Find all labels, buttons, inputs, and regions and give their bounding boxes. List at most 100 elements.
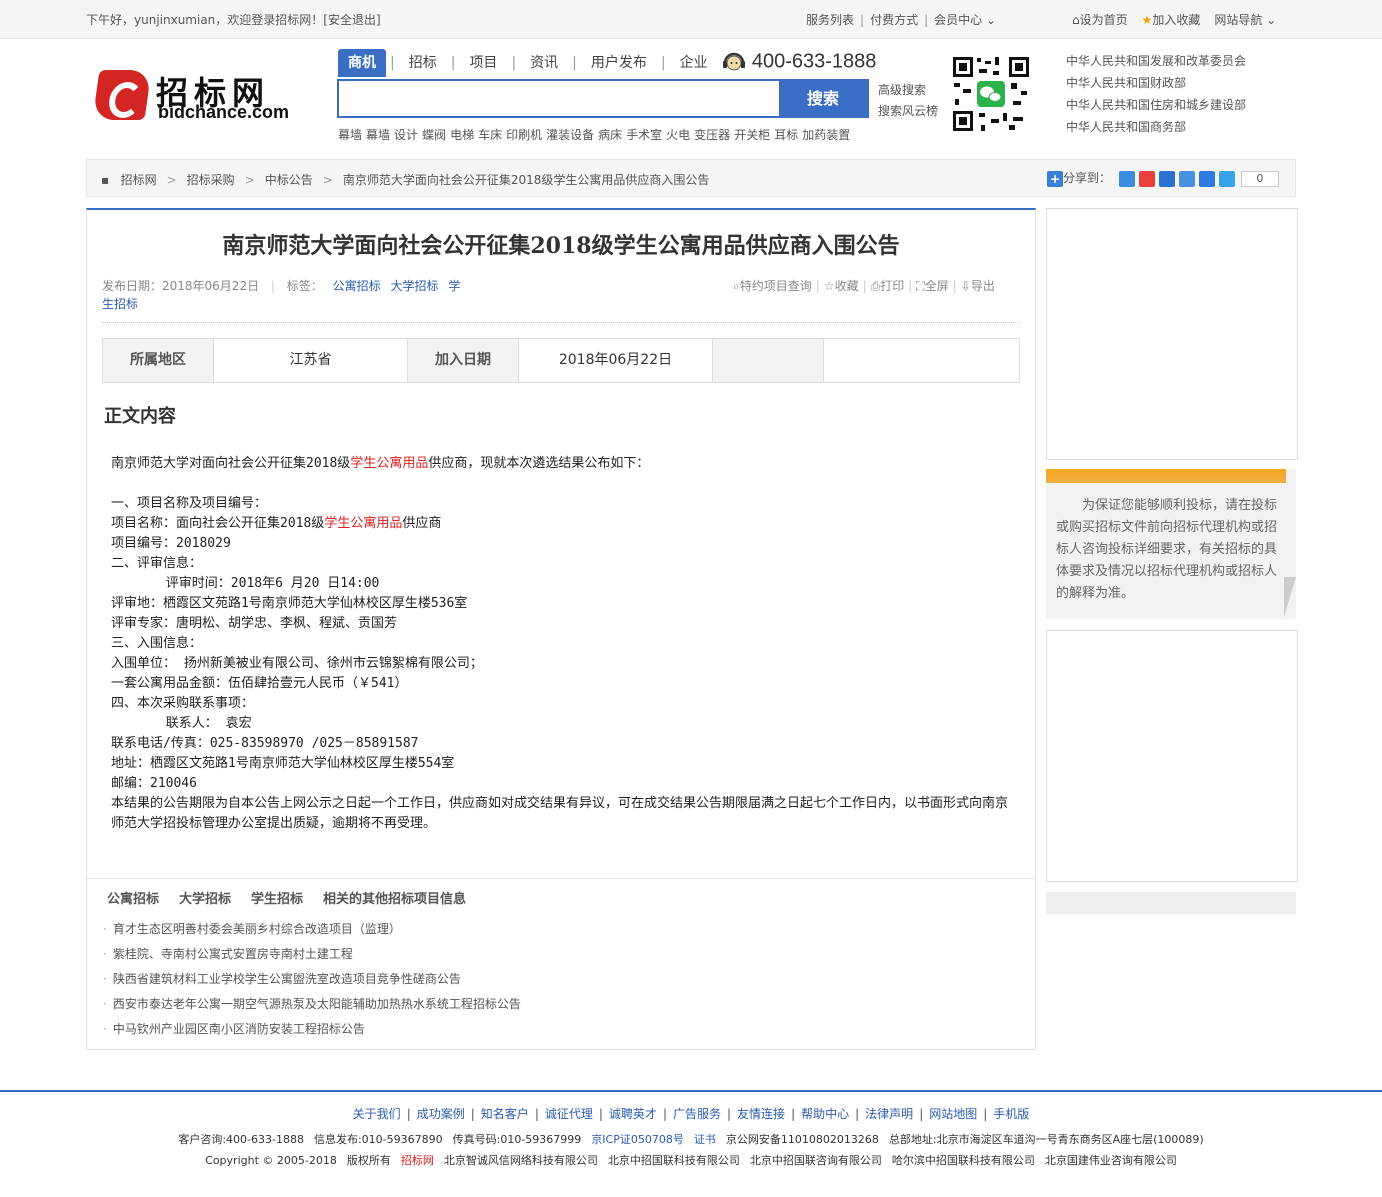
breadcrumb-procurement[interactable]: 招标采购 — [187, 173, 235, 187]
list-item[interactable]: 紫桂院、寺南村公寓式安置房寺南村土建工程 — [103, 942, 521, 967]
footer-link[interactable]: 诚聘英才 — [609, 1107, 657, 1121]
footer-brand-link[interactable]: 招标网 — [401, 1154, 434, 1167]
footer-link[interactable]: 成功案例 — [417, 1107, 465, 1121]
home-icon: ⌂ — [1072, 13, 1080, 27]
tab-news[interactable]: 资讯 — [520, 49, 568, 77]
share-count: 0 — [1240, 170, 1279, 187]
breadcrumb-award-notice[interactable]: 中标公告 — [265, 173, 313, 187]
footer-link[interactable]: 网站地图 — [929, 1107, 977, 1121]
gov-link[interactable]: 中华人民共和国住房和城乡建设部 — [1066, 94, 1246, 116]
special-query-button[interactable]: ⌕特约项目查询 — [733, 279, 812, 293]
hotword[interactable]: 电梯 — [450, 128, 474, 142]
fullscreen-button[interactable]: ⛶全屏 — [916, 279, 948, 293]
site-nav-link[interactable]: 网站导航 ⌄ — [1214, 13, 1276, 27]
search-ranking-link[interactable]: 搜索风云榜 — [878, 101, 938, 122]
weibo-share-icon[interactable] — [1138, 170, 1155, 187]
export-button[interactable]: ⇩导出 — [961, 279, 995, 293]
list-item[interactable]: 中马钦州产业园区南小区消防安装工程招标公告 — [103, 1017, 521, 1042]
list-item[interactable]: 西安市泰达老年公寓一期空气源热泵及太阳能辅助加热热水系统工程招标公告 — [103, 992, 521, 1017]
service-list-link[interactable]: 服务列表 — [806, 13, 854, 27]
hotword[interactable]: 加药装置 — [802, 128, 850, 142]
hotword[interactable]: 车床 — [478, 128, 502, 142]
footer-link[interactable]: 友情连接 — [737, 1107, 785, 1121]
hotword[interactable]: 幕墙 — [366, 128, 390, 142]
related-tab[interactable]: 大学招标 — [179, 892, 231, 907]
print-button[interactable]: ⎙打印 — [871, 279, 905, 293]
baidu-share-icon[interactable] — [1198, 170, 1215, 187]
body-line: 一、项目名称及项目编号： — [111, 496, 268, 511]
member-center-link[interactable]: 会员中心 ⌄ — [934, 13, 996, 27]
tab-project[interactable]: 项目 — [459, 49, 507, 77]
hotword[interactable]: 设计 — [394, 128, 418, 142]
tab-user-publish[interactable]: 用户发布 — [581, 49, 657, 77]
gov-link[interactable]: 中华人民共和国财政部 — [1066, 72, 1246, 94]
greeting-text[interactable]: 下午好，yunjinxumian，欢迎登录招标网！[安全退出] — [86, 11, 381, 28]
search-tabs: 商机 | 招标 | 项目 | 资讯 | 用户发布 | 企业 — [338, 49, 718, 77]
related-tab[interactable]: 相关的其他招标项目信息 — [323, 892, 466, 907]
set-home-link[interactable]: ⌂设为首页 — [1072, 13, 1128, 27]
body-line: 二、评审信息： — [111, 556, 203, 571]
printer-icon: ⎙ — [870, 279, 881, 293]
region-value: 江苏省 — [214, 339, 408, 382]
chevron-right-icon: > — [166, 173, 177, 187]
gov-link[interactable]: 中华人民共和国发展和改革委员会 — [1066, 50, 1246, 72]
certificate-link[interactable]: 证书 — [694, 1133, 716, 1146]
hotline-number: 400-633-1888 — [751, 50, 877, 73]
bid-notice: 为保证您能够顺利投标，请在投标或购买招标文件前向招标代理机构或招标人咨询投标详细… — [1046, 469, 1296, 619]
top-right-links: ⌂设为首页 ★加入收藏 网站导航 ⌄ — [1072, 11, 1290, 28]
hotword[interactable]: 手术室 — [626, 128, 662, 142]
footer-link[interactable]: 法律声明 — [865, 1107, 913, 1121]
pay-method-link[interactable]: 付费方式 — [870, 13, 918, 27]
article-body: 南京师范大学对面向社会公开征集2018级学生公寓用品供应商，现就本次遴选结果公布… — [111, 454, 1011, 834]
search-input[interactable] — [339, 81, 779, 116]
footer-link[interactable]: 广告服务 — [673, 1107, 721, 1121]
tab-bidding[interactable]: 招标 — [399, 49, 447, 77]
gov-links: 中华人民共和国发展和改革委员会 中华人民共和国财政部 中华人民共和国住房和城乡建… — [1066, 50, 1246, 138]
more-share-icon[interactable] — [1218, 170, 1235, 187]
breadcrumb-current: 南京师范大学面向社会公开征集2018级学生公寓用品供应商入围公告 — [342, 173, 710, 187]
body-line: 评审地：栖霞区文苑路1号南京师范大学仙林校区厚生楼536室 — [111, 596, 468, 611]
footer-link[interactable]: 帮助中心 — [801, 1107, 849, 1121]
notice-fold — [1284, 577, 1296, 617]
add-favorite-link[interactable]: ★加入收藏 — [1142, 13, 1201, 27]
tab-business[interactable]: 商机 — [338, 49, 386, 77]
hotword[interactable]: 开关柜 — [734, 128, 770, 142]
qzone-share-icon[interactable] — [1118, 170, 1135, 187]
breadcrumb-home[interactable]: 招标网 — [121, 173, 157, 187]
footer-text: 京公网安备11010802013268 — [725, 1133, 879, 1146]
list-item[interactable]: 陕西省建筑材料工业学校学生公寓盥洗室改造项目竞争性磋商公告 — [103, 967, 521, 992]
site-logo[interactable]: 招标网 bidchance.com — [92, 68, 306, 124]
hotword[interactable]: 火电 — [666, 128, 690, 142]
favorite-button[interactable]: ☆收藏 — [824, 279, 859, 293]
advanced-search-link[interactable]: 高级搜索 — [878, 80, 938, 101]
hotword[interactable]: 变压器 — [694, 128, 730, 142]
tab-enterprise[interactable]: 企业 — [670, 49, 718, 77]
footer-link[interactable]: 关于我们 — [353, 1107, 401, 1121]
related-tab[interactable]: 学生招标 — [251, 892, 303, 907]
icp-link[interactable]: 京ICP证050708号 — [591, 1133, 684, 1146]
list-item[interactable]: 育才生态区明善村委会美丽乡村综合改造项目（监理） — [103, 917, 521, 942]
hotword[interactable]: 蝶阀 — [422, 128, 446, 142]
hotword[interactable]: 耳标 — [774, 128, 798, 142]
tag-link[interactable]: 大学招标 — [390, 279, 438, 293]
tag-link[interactable]: 公寓招标 — [333, 279, 381, 293]
body-line: 四、本次采购联系事项： — [111, 696, 255, 711]
hotword[interactable]: 病床 — [598, 128, 622, 142]
footer-link[interactable]: 手机版 — [993, 1107, 1029, 1121]
hotword[interactable]: 灌装设备 — [546, 128, 594, 142]
tieba-share-icon[interactable] — [1178, 170, 1195, 187]
body-line: 邮编：210046 — [111, 776, 197, 791]
hotword[interactable]: 印刷机 — [506, 128, 542, 142]
hotword[interactable]: 幕墙 — [338, 128, 362, 142]
footer-contact-line: 客户咨询:400-633-1888 信息发布:010-59367890 传真号码:0… — [0, 1131, 1382, 1147]
body-line: 项目编号：2018029 — [111, 536, 231, 551]
gov-link[interactable]: 中华人民共和国商务部 — [1066, 116, 1246, 138]
hotline: 400-633-1888 — [720, 50, 876, 74]
related-tab[interactable]: 公寓招标 — [107, 892, 159, 907]
search-button[interactable]: 搜索 — [779, 81, 867, 116]
footer-link[interactable]: 诚征代理 — [545, 1107, 593, 1121]
article-title: 南京师范大学面向社会公开征集2018级学生公寓用品供应商入围公告 — [222, 233, 900, 259]
renren-share-icon[interactable] — [1158, 170, 1175, 187]
info-table: 所属地区 江苏省 加入日期 2018年06月22日 — [102, 338, 1020, 383]
footer-link[interactable]: 知名客户 — [481, 1107, 529, 1121]
